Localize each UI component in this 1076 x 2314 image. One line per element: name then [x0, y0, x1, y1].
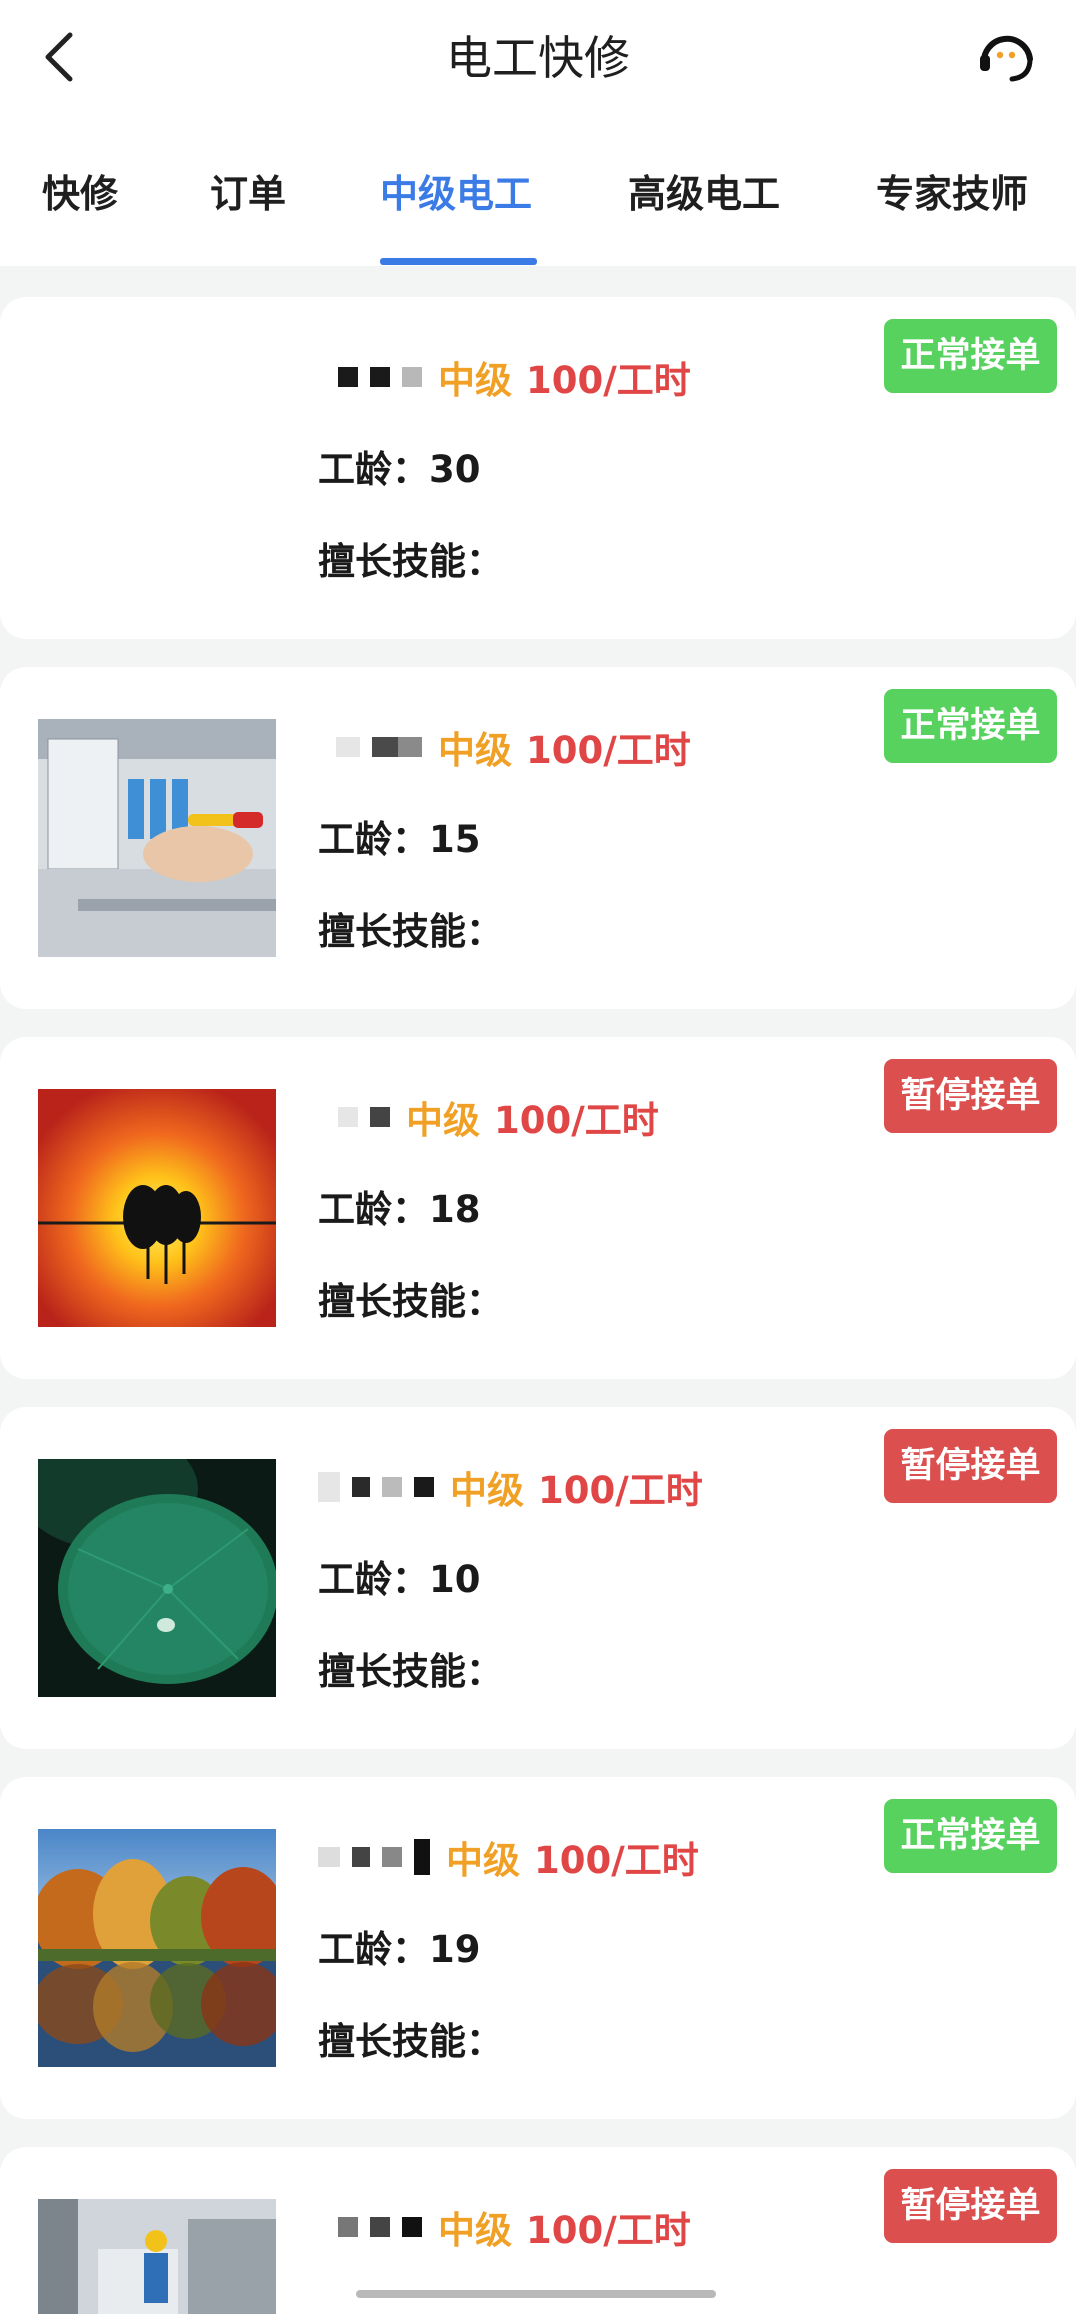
electrician-level: 中级 [438, 359, 512, 402]
avatar [38, 719, 276, 957]
blurred-name [318, 1837, 442, 1877]
work-years: 工龄：19 [318, 1928, 481, 1971]
electrician-card[interactable]: 中级 100/工时 工龄：18 擅长技能： 暂停接单 [0, 1037, 1076, 1379]
work-years: 工龄：18 [318, 1188, 481, 1231]
active-tab-indicator [380, 258, 537, 265]
card-title-row: 中级 100/工时 [318, 717, 691, 777]
electrician-level: 中级 [446, 1839, 520, 1882]
electrician-card[interactable]: 中级 100/工时 工龄：30 擅长技能： 正常接单 [0, 297, 1076, 639]
hourly-price: 100/工时 [538, 1469, 703, 1512]
page-title: 电工快修 [446, 31, 630, 85]
tab-orders[interactable]: 订单 [210, 158, 286, 230]
electrician-card[interactable]: 中级 100/工时 暂停接单 [0, 2147, 1076, 2314]
card-title-row: 中级 100/工时 [318, 2197, 691, 2257]
card-title-row: 中级 100/工时 [318, 347, 691, 407]
hourly-price: 100/工时 [526, 729, 691, 772]
electrician-level: 中级 [450, 1469, 524, 1512]
customer-service-icon [980, 35, 1033, 82]
status-badge[interactable]: 暂停接单 [884, 1059, 1057, 1133]
hourly-price: 100/工时 [534, 1839, 699, 1882]
avatar [38, 1829, 276, 2067]
status-badge[interactable]: 暂停接单 [884, 1429, 1057, 1503]
skills-label: 擅长技能： [318, 910, 503, 953]
avatar [38, 1459, 276, 1697]
app-header: 电工快修 快修 订单 中级电工 高级电工 专家技师 [0, 0, 1076, 266]
card-title-row: 中级 100/工时 [318, 1087, 659, 1147]
card-title-row: 中级 100/工时 [318, 1827, 699, 1887]
skills-label: 擅长技能： [318, 540, 503, 583]
avatar [38, 2199, 276, 2314]
hourly-price: 100/工时 [526, 2209, 691, 2252]
tab-quick-repair[interactable]: 快修 [42, 158, 118, 230]
skills-label: 擅长技能： [318, 1650, 503, 1693]
work-years: 工龄：10 [318, 1558, 481, 1601]
category-tabs: 快修 订单 中级电工 高级电工 专家技师 [0, 158, 1076, 266]
tab-senior-electrician[interactable]: 高级电工 [628, 158, 780, 230]
blurred-name [318, 727, 434, 767]
electrician-level: 中级 [406, 1099, 480, 1142]
customer-service-button[interactable] [972, 24, 1042, 90]
home-indicator [356, 2290, 716, 2298]
blurred-name [318, 357, 434, 397]
avatar [38, 1089, 276, 1327]
status-badge[interactable]: 暂停接单 [884, 2169, 1057, 2243]
status-badge[interactable]: 正常接单 [884, 689, 1057, 763]
status-badge[interactable]: 正常接单 [884, 319, 1057, 393]
work-years: 工龄：15 [318, 818, 481, 861]
electrician-card[interactable]: 中级 100/工时 工龄：10 擅长技能： 暂停接单 [0, 1407, 1076, 1749]
electrician-card[interactable]: 中级 100/工时 工龄：15 擅长技能： 正常接单 [0, 667, 1076, 1009]
blurred-name [318, 1097, 402, 1137]
card-title-row: 中级 100/工时 [318, 1457, 703, 1517]
electrician-level: 中级 [438, 729, 512, 772]
status-badge[interactable]: 正常接单 [884, 1799, 1057, 1873]
hourly-price: 100/工时 [494, 1099, 659, 1142]
electrician-level: 中级 [438, 2209, 512, 2252]
blurred-name [318, 1467, 446, 1507]
work-years: 工龄：30 [318, 448, 481, 491]
skills-label: 擅长技能： [318, 1280, 503, 1323]
electrician-card[interactable]: 中级 100/工时 工龄：19 擅长技能： 正常接单 [0, 1777, 1076, 2119]
blurred-name [318, 2207, 434, 2247]
skills-label: 擅长技能： [318, 2020, 503, 2063]
tab-intermediate-electrician[interactable]: 中级电工 [380, 158, 532, 230]
tab-expert-technician[interactable]: 专家技师 [876, 158, 1028, 230]
hourly-price: 100/工时 [526, 359, 691, 402]
